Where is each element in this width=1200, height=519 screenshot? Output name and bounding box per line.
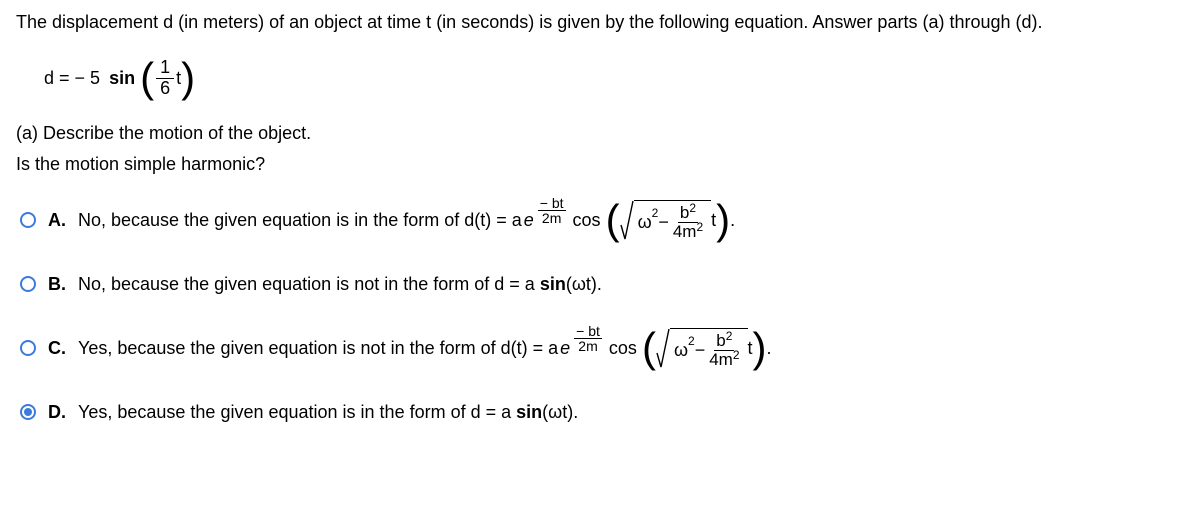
sqrt-icon [656,327,670,369]
part-a-label: (a) Describe the motion of the object. [16,123,1184,144]
option-a[interactable]: A. No, because the given equation is in … [20,195,1184,245]
option-b-text: No, because the given equation is not in… [78,274,602,295]
option-b-letter: B. [48,274,66,295]
option-d-letter: D. [48,402,66,423]
options-group: A. No, because the given equation is in … [20,195,1184,437]
sub-question: Is the motion simple harmonic? [16,154,1184,175]
radio-d[interactable] [20,404,36,420]
option-d-text: Yes, because the given equation is in th… [78,402,578,423]
option-d[interactable]: D. Yes, because the given equation is in… [20,387,1184,437]
sqrt-icon [620,199,634,241]
option-c-text: Yes, because the given equation is not i… [78,327,772,369]
given-equation: d = − 5 sin ( 1 6 t ) [44,53,1184,103]
problem-prompt: The displacement d (in meters) of an obj… [16,10,1184,35]
equation-func: sin [104,68,140,89]
option-c-letter: C. [48,338,66,359]
option-b[interactable]: B. No, because the given equation is not… [20,259,1184,309]
option-a-text: No, because the given equation is in the… [78,199,735,241]
radio-b[interactable] [20,276,36,292]
option-a-letter: A. [48,210,66,231]
radio-a[interactable] [20,212,36,228]
equation-paren: ( 1 6 t ) [140,57,195,99]
radio-c[interactable] [20,340,36,356]
option-c[interactable]: C. Yes, because the given equation is no… [20,323,1184,373]
equation-lhs: d = − 5 [44,68,100,89]
